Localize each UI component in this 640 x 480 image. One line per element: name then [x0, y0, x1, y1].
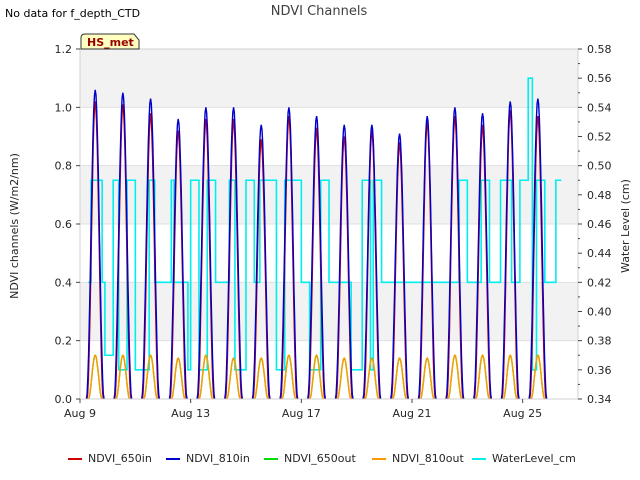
y-tick-label: 0.6 — [55, 218, 73, 231]
legend-label: WaterLevel_cm — [492, 452, 576, 465]
y2-tick-label: 0.58 — [587, 43, 612, 56]
legend-item-NDVI_810out: NDVI_810out — [372, 452, 464, 465]
y-tick-label: 1.2 — [55, 43, 73, 56]
y2-tick-label: 0.44 — [587, 247, 612, 260]
legend-swatch — [472, 457, 486, 460]
legend-swatch — [372, 457, 386, 460]
y-tick-label: 0.0 — [55, 393, 73, 406]
y2-tick-label: 0.52 — [587, 131, 612, 144]
y2-tick-label: 0.40 — [587, 306, 612, 319]
chart-series — [85, 77, 562, 400]
y-tick-label: 1.0 — [55, 101, 73, 114]
x-tick-label: Aug 9 — [64, 407, 96, 420]
ndvi-chart: 0.0 0.2 0.4 0.6 0.8 1.0 1.2 0.34 0.36 0.38 0.40 0.4… — [8, 4, 632, 420]
chart-title: NDVI Channels — [271, 4, 368, 19]
site-badge-label: HS_met — [87, 36, 134, 49]
y2-tick-label: 0.46 — [587, 218, 612, 231]
legend-swatch — [166, 457, 180, 460]
x-tick-label: Aug 21 — [393, 407, 432, 420]
legend-item-NDVI_650out: NDVI_650out — [264, 452, 356, 465]
legend-label: NDVI_810out — [392, 452, 464, 465]
legend-label: NDVI_810in — [186, 452, 250, 465]
background-band — [80, 49, 578, 108]
series-NDVI_810in — [85, 89, 548, 400]
y2-tick-label: 0.38 — [587, 335, 612, 348]
y-tick-label: 0.4 — [55, 276, 73, 289]
legend-item-WaterLevel_cm: WaterLevel_cm — [472, 452, 576, 465]
y2-tick-label: 0.36 — [587, 364, 612, 377]
x-tick-label: Aug 13 — [171, 407, 210, 420]
y2-tick-label: 0.34 — [587, 393, 612, 406]
y2-axis-label: Water Level (cm) — [619, 179, 632, 273]
legend-item-NDVI_650in: NDVI_650in — [68, 452, 152, 465]
chart-legend: NDVI_650in NDVI_810in NDVI_650out NDVI_810o… — [0, 452, 640, 472]
y2-tick-label: 0.56 — [587, 72, 612, 85]
y2-tick-label: 0.42 — [587, 276, 612, 289]
y2-tick-label: 0.48 — [587, 189, 612, 202]
y-tick-label: 0.2 — [55, 335, 73, 348]
legend-swatch — [68, 457, 82, 460]
site-badge: HS_met — [80, 33, 140, 50]
legend-label: NDVI_650out — [284, 452, 356, 465]
x-tick-label: Aug 17 — [282, 407, 321, 420]
y2-tick-label: 0.50 — [587, 160, 612, 173]
legend-swatch — [264, 457, 278, 460]
legend-item-NDVI_810in: NDVI_810in — [166, 452, 250, 465]
x-tick-label: Aug 25 — [503, 407, 542, 420]
y-axis-label: NDVI channels (W/m2/nm) — [8, 153, 21, 299]
y2-tick-label: 0.54 — [587, 101, 612, 114]
legend-label: NDVI_650in — [88, 452, 152, 465]
y-tick-label: 0.8 — [55, 160, 73, 173]
